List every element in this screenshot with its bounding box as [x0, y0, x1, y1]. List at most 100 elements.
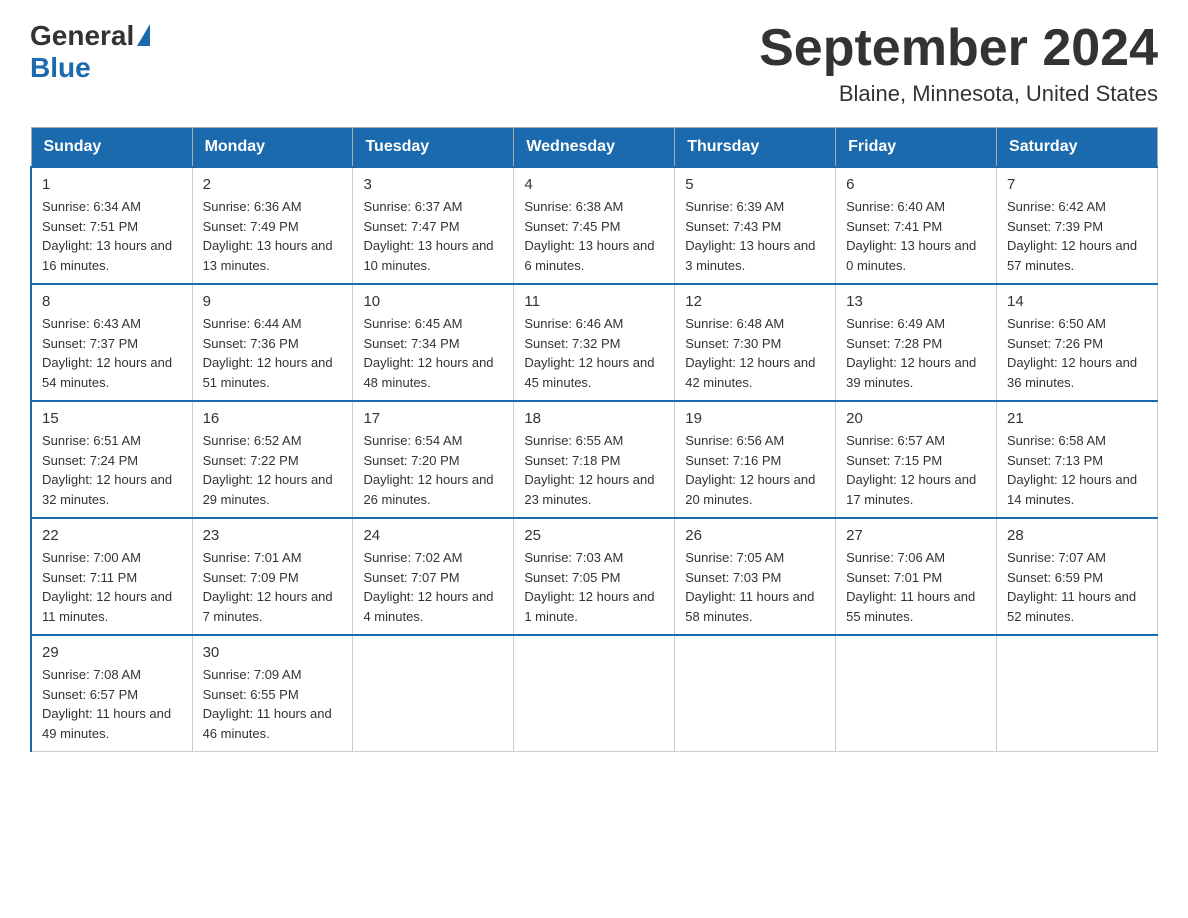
day-info: Sunrise: 6:37 AMSunset: 7:47 PMDaylight:…: [363, 197, 503, 275]
day-number: 23: [203, 527, 343, 544]
calendar-cell: 16 Sunrise: 6:52 AMSunset: 7:22 PMDayligh…: [192, 401, 353, 518]
week-row-0: 1Sunrise: 6:34 AMSunset: 7:51 PMDaylight…: [31, 167, 1158, 284]
col-monday: Monday: [192, 128, 353, 168]
calendar-cell: [836, 635, 997, 752]
day-number: 2: [203, 176, 343, 193]
calendar-cell: 7 Sunrise: 6:42 AMSunset: 7:39 PMDaylight…: [997, 167, 1158, 284]
header-row: Sunday Monday Tuesday Wednesday Thursday…: [31, 128, 1158, 168]
logo-blue-text: Blue: [30, 52, 91, 84]
day-info: Sunrise: 6:42 AMSunset: 7:39 PMDaylight:…: [1007, 197, 1147, 275]
day-info: Sunrise: 6:34 AMSunset: 7:51 PMDaylight:…: [42, 197, 182, 275]
day-number: 12: [685, 293, 825, 310]
day-number: 19: [685, 410, 825, 427]
day-info: Sunrise: 6:56 AMSunset: 7:16 PMDaylight:…: [685, 431, 825, 509]
day-info: Sunrise: 6:50 AMSunset: 7:26 PMDaylight:…: [1007, 314, 1147, 392]
day-info: Sunrise: 6:48 AMSunset: 7:30 PMDaylight:…: [685, 314, 825, 392]
col-sunday: Sunday: [31, 128, 192, 168]
day-number: 17: [363, 410, 503, 427]
day-number: 21: [1007, 410, 1147, 427]
calendar-cell: 17 Sunrise: 6:54 AMSunset: 7:20 PMDayligh…: [353, 401, 514, 518]
day-info: Sunrise: 7:03 AMSunset: 7:05 PMDaylight:…: [524, 548, 664, 626]
day-number: 25: [524, 527, 664, 544]
day-info: Sunrise: 6:36 AMSunset: 7:49 PMDaylight:…: [203, 197, 343, 275]
calendar-cell: 18 Sunrise: 6:55 AMSunset: 7:18 PMDayligh…: [514, 401, 675, 518]
calendar-cell: [514, 635, 675, 752]
week-row-3: 22 Sunrise: 7:00 AMSunset: 7:11 PMDayligh…: [31, 518, 1158, 635]
day-number: 5: [685, 176, 825, 193]
calendar-cell: 30Sunrise: 7:09 AMSunset: 6:55 PMDayligh…: [192, 635, 353, 752]
day-number: 7: [1007, 176, 1147, 193]
logo-triangle-icon: [137, 24, 150, 46]
calendar-cell: 23 Sunrise: 7:01 AMSunset: 7:09 PMDayligh…: [192, 518, 353, 635]
day-info: Sunrise: 6:43 AMSunset: 7:37 PMDaylight:…: [42, 314, 182, 392]
calendar-cell: [675, 635, 836, 752]
day-number: 27: [846, 527, 986, 544]
logo-general-text: General: [30, 20, 134, 52]
week-row-1: 8Sunrise: 6:43 AMSunset: 7:37 PMDaylight…: [31, 284, 1158, 401]
day-number: 4: [524, 176, 664, 193]
col-saturday: Saturday: [997, 128, 1158, 168]
calendar-cell: 12 Sunrise: 6:48 AMSunset: 7:30 PMDayligh…: [675, 284, 836, 401]
month-title: September 2024: [759, 20, 1158, 77]
day-info: Sunrise: 6:49 AMSunset: 7:28 PMDaylight:…: [846, 314, 986, 392]
day-info: Sunrise: 6:58 AMSunset: 7:13 PMDaylight:…: [1007, 431, 1147, 509]
col-tuesday: Tuesday: [353, 128, 514, 168]
day-number: 26: [685, 527, 825, 544]
calendar-cell: 14 Sunrise: 6:50 AMSunset: 7:26 PMDayligh…: [997, 284, 1158, 401]
calendar-cell: 13 Sunrise: 6:49 AMSunset: 7:28 PMDayligh…: [836, 284, 997, 401]
day-info: Sunrise: 6:40 AMSunset: 7:41 PMDaylight:…: [846, 197, 986, 275]
calendar-cell: 6 Sunrise: 6:40 AMSunset: 7:41 PMDaylight…: [836, 167, 997, 284]
calendar-cell: 19 Sunrise: 6:56 AMSunset: 7:16 PMDayligh…: [675, 401, 836, 518]
location-title: Blaine, Minnesota, United States: [759, 81, 1158, 107]
calendar-cell: 3 Sunrise: 6:37 AMSunset: 7:47 PMDaylight…: [353, 167, 514, 284]
day-info: Sunrise: 6:51 AMSunset: 7:24 PMDaylight:…: [42, 431, 182, 509]
header: General Blue September 2024 Blaine, Minn…: [30, 20, 1158, 107]
calendar-cell: 10 Sunrise: 6:45 AMSunset: 7:34 PMDayligh…: [353, 284, 514, 401]
day-number: 3: [363, 176, 503, 193]
day-info: Sunrise: 6:57 AMSunset: 7:15 PMDaylight:…: [846, 431, 986, 509]
day-number: 6: [846, 176, 986, 193]
day-info: Sunrise: 6:38 AMSunset: 7:45 PMDaylight:…: [524, 197, 664, 275]
calendar-cell: 20Sunrise: 6:57 AMSunset: 7:15 PMDayligh…: [836, 401, 997, 518]
day-info: Sunrise: 7:00 AMSunset: 7:11 PMDaylight:…: [42, 548, 182, 626]
day-info: Sunrise: 7:08 AMSunset: 6:57 PMDaylight:…: [42, 665, 182, 743]
day-info: Sunrise: 6:52 AMSunset: 7:22 PMDaylight:…: [203, 431, 343, 509]
col-thursday: Thursday: [675, 128, 836, 168]
day-number: 11: [524, 293, 664, 310]
day-info: Sunrise: 6:55 AMSunset: 7:18 PMDaylight:…: [524, 431, 664, 509]
day-info: Sunrise: 6:45 AMSunset: 7:34 PMDaylight:…: [363, 314, 503, 392]
day-number: 22: [42, 527, 182, 544]
week-row-2: 15 Sunrise: 6:51 AMSunset: 7:24 PMDayligh…: [31, 401, 1158, 518]
title-area: September 2024 Blaine, Minnesota, United…: [759, 20, 1158, 107]
calendar-cell: 25 Sunrise: 7:03 AMSunset: 7:05 PMDayligh…: [514, 518, 675, 635]
day-number: 18: [524, 410, 664, 427]
calendar-cell: 28Sunrise: 7:07 AMSunset: 6:59 PMDayligh…: [997, 518, 1158, 635]
day-number: 16: [203, 410, 343, 427]
day-info: Sunrise: 7:01 AMSunset: 7:09 PMDaylight:…: [203, 548, 343, 626]
calendar-cell: 2 Sunrise: 6:36 AMSunset: 7:49 PMDaylight…: [192, 167, 353, 284]
logo: General Blue: [30, 20, 150, 84]
day-number: 14: [1007, 293, 1147, 310]
calendar-cell: 27 Sunrise: 7:06 AMSunset: 7:01 PMDayligh…: [836, 518, 997, 635]
week-row-4: 29Sunrise: 7:08 AMSunset: 6:57 PMDayligh…: [31, 635, 1158, 752]
day-info: Sunrise: 6:54 AMSunset: 7:20 PMDaylight:…: [363, 431, 503, 509]
day-number: 28: [1007, 527, 1147, 544]
calendar-cell: 1Sunrise: 6:34 AMSunset: 7:51 PMDaylight…: [31, 167, 192, 284]
calendar-cell: 9Sunrise: 6:44 AMSunset: 7:36 PMDaylight…: [192, 284, 353, 401]
calendar-cell: 22 Sunrise: 7:00 AMSunset: 7:11 PMDayligh…: [31, 518, 192, 635]
calendar-cell: 29Sunrise: 7:08 AMSunset: 6:57 PMDayligh…: [31, 635, 192, 752]
day-info: Sunrise: 7:06 AMSunset: 7:01 PMDaylight:…: [846, 548, 986, 626]
calendar-cell: [997, 635, 1158, 752]
calendar-cell: 11Sunrise: 6:46 AMSunset: 7:32 PMDayligh…: [514, 284, 675, 401]
day-number: 10: [363, 293, 503, 310]
day-number: 15: [42, 410, 182, 427]
day-info: Sunrise: 7:09 AMSunset: 6:55 PMDaylight:…: [203, 665, 343, 743]
calendar-table: Sunday Monday Tuesday Wednesday Thursday…: [30, 127, 1158, 752]
calendar-cell: 4 Sunrise: 6:38 AMSunset: 7:45 PMDaylight…: [514, 167, 675, 284]
day-info: Sunrise: 6:44 AMSunset: 7:36 PMDaylight:…: [203, 314, 343, 392]
calendar-cell: [353, 635, 514, 752]
calendar-cell: 26Sunrise: 7:05 AMSunset: 7:03 PMDayligh…: [675, 518, 836, 635]
day-number: 13: [846, 293, 986, 310]
calendar-cell: 5Sunrise: 6:39 AMSunset: 7:43 PMDaylight…: [675, 167, 836, 284]
calendar-cell: 8Sunrise: 6:43 AMSunset: 7:37 PMDaylight…: [31, 284, 192, 401]
